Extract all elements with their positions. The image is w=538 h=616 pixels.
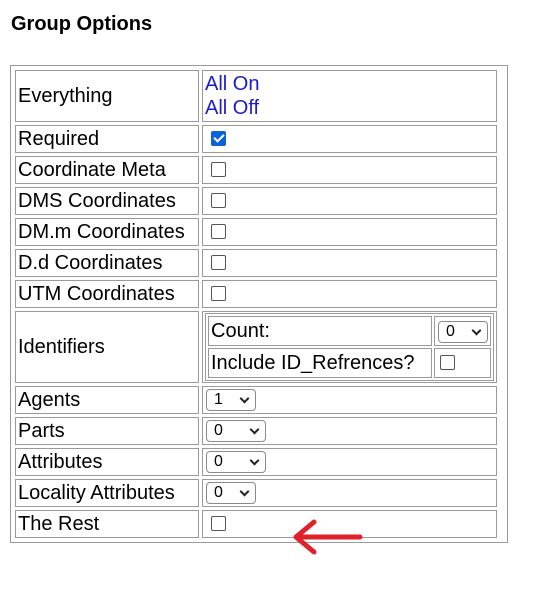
locality-attributes-select[interactable]: 0 — [206, 482, 256, 505]
attributes-cell: 0 — [202, 448, 497, 476]
chevron-down-icon — [471, 327, 481, 337]
row-dms-coordinates: DMS Coordinates — [15, 187, 497, 215]
row-label-agents: Agents — [15, 386, 199, 414]
row-the-rest: The Rest — [15, 510, 497, 538]
row-required: Required — [15, 125, 497, 153]
attributes-select[interactable]: 0 — [206, 451, 266, 474]
row-identifiers: Identifiers Count: 0 Include ID_Refrence… — [15, 311, 497, 383]
row-label-parts: Parts — [15, 417, 199, 445]
include-id-references-checkbox[interactable] — [440, 355, 455, 371]
required-checkbox[interactable] — [211, 131, 226, 147]
row-attributes: Attributes 0 — [15, 448, 497, 476]
red-left-arrow-icon — [293, 519, 363, 555]
row-everything: Everything All On All Off — [15, 70, 497, 122]
coordinate-meta-checkbox[interactable] — [211, 162, 226, 178]
identifiers-include-label: Include ID_Refrences? — [208, 348, 432, 378]
coordinate-meta-cell — [202, 156, 497, 184]
locality-attributes-cell: 0 — [202, 479, 497, 507]
identifiers-count-select[interactable]: 0 — [438, 320, 488, 343]
parts-cell: 0 — [202, 417, 497, 445]
identifiers-count-row: Count: 0 — [208, 316, 491, 346]
chevron-down-icon — [239, 488, 249, 498]
group-options-table: Everything All On All Off Required Coord… — [12, 67, 500, 541]
dd-coordinates-checkbox[interactable] — [211, 255, 226, 271]
identifiers-include-cell — [434, 348, 491, 378]
utm-coordinates-checkbox[interactable] — [211, 286, 226, 302]
page-title: Group Options — [11, 13, 153, 35]
chevron-down-icon — [249, 426, 259, 436]
agents-value: 1 — [214, 391, 223, 409]
row-dd-coordinates: D.d Coordinates — [15, 249, 497, 277]
all-off-link[interactable]: All Off — [205, 96, 494, 120]
required-cell — [202, 125, 497, 153]
parts-value: 0 — [214, 422, 223, 440]
row-agents: Agents 1 — [15, 386, 497, 414]
row-parts: Parts 0 — [15, 417, 497, 445]
row-dmm-coordinates: DM.m Coordinates — [15, 218, 497, 246]
row-locality-attributes: Locality Attributes 0 — [15, 479, 497, 507]
dmm-coordinates-checkbox[interactable] — [211, 224, 226, 240]
chevron-down-icon — [249, 457, 259, 467]
row-label-coordinate-meta: Coordinate Meta — [15, 156, 199, 184]
utm-coordinates-cell — [202, 280, 497, 308]
row-label-locality-attributes: Locality Attributes — [15, 479, 199, 507]
all-on-link[interactable]: All On — [205, 72, 494, 96]
row-label-utm-coordinates: UTM Coordinates — [15, 280, 199, 308]
locality-attributes-value: 0 — [214, 484, 223, 502]
row-label-dms-coordinates: DMS Coordinates — [15, 187, 199, 215]
row-label-identifiers: Identifiers — [15, 311, 199, 383]
dms-coordinates-cell — [202, 187, 497, 215]
identifiers-cell: Count: 0 Include ID_Refrences? — [202, 311, 497, 383]
identifiers-include-row: Include ID_Refrences? — [208, 348, 491, 378]
chevron-down-icon — [239, 395, 249, 405]
agents-select[interactable]: 1 — [206, 389, 256, 412]
identifiers-count-value: 0 — [446, 322, 455, 340]
row-label-dd-coordinates: D.d Coordinates — [15, 249, 199, 277]
everything-controls: All On All Off — [202, 70, 497, 122]
row-label-dmm-coordinates: DM.m Coordinates — [15, 218, 199, 246]
row-label-the-rest: The Rest — [15, 510, 199, 538]
identifiers-count-cell: 0 — [434, 316, 491, 346]
dms-coordinates-checkbox[interactable] — [211, 193, 226, 209]
dmm-coordinates-cell — [202, 218, 497, 246]
attributes-value: 0 — [214, 453, 223, 471]
row-label-attributes: Attributes — [15, 448, 199, 476]
agents-cell: 1 — [202, 386, 497, 414]
parts-select[interactable]: 0 — [206, 420, 266, 443]
row-label-required: Required — [15, 125, 199, 153]
group-options-table-frame: Everything All On All Off Required Coord… — [10, 65, 508, 543]
dd-coordinates-cell — [202, 249, 497, 277]
row-utm-coordinates: UTM Coordinates — [15, 280, 497, 308]
the-rest-checkbox[interactable] — [211, 516, 226, 532]
row-label-everything: Everything — [15, 70, 199, 122]
identifiers-subtable: Count: 0 Include ID_Refrences? — [205, 313, 494, 381]
identifiers-count-label: Count: — [208, 316, 432, 346]
row-coordinate-meta: Coordinate Meta — [15, 156, 497, 184]
